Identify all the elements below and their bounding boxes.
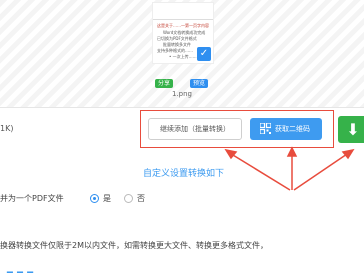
- thumb-text-line: 已切换为PDF文件格式: [157, 36, 197, 41]
- thumb-divider: [153, 19, 213, 20]
- arrow-line: [227, 151, 291, 191]
- merge-no-radio[interactable]: [124, 194, 133, 203]
- get-qr-code-button[interactable]: 获取二维码: [250, 118, 322, 140]
- merge-yes-radio[interactable]: [90, 194, 99, 203]
- arrow-head: [224, 148, 238, 160]
- thumb-text-line: Word文档转换成功完成: [163, 30, 206, 35]
- qr-code-icon: [260, 123, 271, 134]
- check-icon: ✓: [197, 47, 211, 61]
- thumb-text-line: 支持多种格式的……: [157, 48, 193, 53]
- arrow-line: [293, 151, 351, 191]
- share-button[interactable]: 分享: [155, 79, 173, 88]
- thumb-text-line: 批量转换多文件: [163, 42, 191, 47]
- merge-no-label: 否: [137, 194, 145, 203]
- merge-yes-label: 是: [103, 194, 111, 203]
- preview-button[interactable]: 预览: [190, 79, 208, 88]
- thumb-text-line: • 一次上传……: [169, 54, 197, 59]
- file-thumbnail[interactable]: 这是关于……一第一页字内容 Word文档转换成功完成 已切换为PDF文件格式 批…: [152, 2, 214, 64]
- file-name: 1.png: [171, 90, 192, 98]
- divider: [0, 107, 364, 108]
- arrow-head: [341, 148, 355, 160]
- continue-add-button[interactable]: 继续添加（批量转换）: [148, 118, 242, 140]
- thumb-text-line: 这是关于……一第一页字内容: [157, 23, 209, 28]
- limit-note: 换器转换文件仅限于2M以内文件，如需转换更大文件、转换更多格式文件，: [0, 241, 268, 250]
- merge-pdf-label: 并为一个PDF文件: [0, 194, 64, 203]
- file-card: 这是关于……一第一页字内容 Word文档转换成功完成 已切换为PDF文件格式 批…: [146, 0, 218, 98]
- download-icon: ⬇: [346, 120, 360, 139]
- download-button[interactable]: ⬇: [338, 116, 364, 143]
- arrow-head: [286, 146, 298, 157]
- custom-settings-link[interactable]: 自定义设置转换如下: [143, 166, 224, 179]
- qr-button-label: 获取二维码: [275, 125, 310, 133]
- bottom-link-partial[interactable]: ▬ ▬ ▬: [6, 268, 34, 273]
- file-size-text: 1K): [0, 124, 14, 133]
